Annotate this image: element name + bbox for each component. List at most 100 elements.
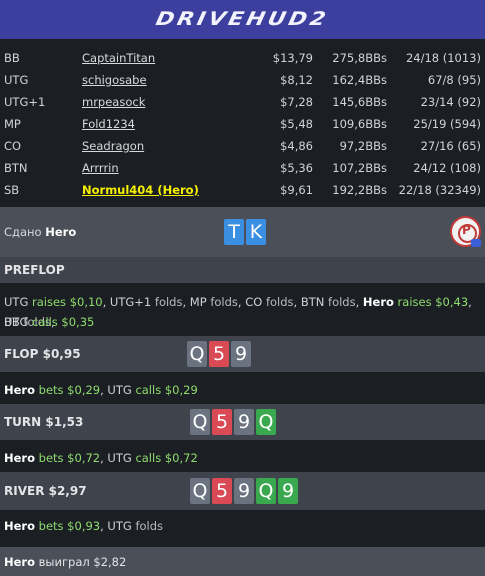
player-name[interactable]: schigosabe (82, 73, 147, 87)
card-q-spade: Q (190, 409, 210, 435)
player-stack-bb: 192,2BBs (332, 183, 387, 197)
street-actions: Hero bets $0,72, UTG calls $0,72 (4, 448, 198, 468)
action-token: , UTG (100, 519, 136, 533)
card-9-club: 9 (278, 478, 298, 504)
player-row: UTG schigosabe $8,12 162,4BBs 67/8 (95) (0, 70, 485, 92)
card-9-spade: 9 (234, 409, 254, 435)
dealt-player: Hero (45, 225, 77, 239)
action-token: , BTN (293, 295, 329, 309)
player-stats: 25/19 (594) (413, 117, 481, 131)
player-stack: $5,36 (280, 161, 313, 175)
player-row: CO Seadragon $4,86 97,2BBs 27/16 (65) (0, 136, 485, 158)
player-name[interactable]: Normul404 (Hero) (82, 183, 199, 197)
player-stats: 24/18 (1013) (405, 51, 481, 65)
replayer-app-icon[interactable] (450, 216, 481, 247)
card-q-spade: Q (187, 341, 207, 367)
player-position: BTN (4, 161, 28, 175)
player-position: MP (4, 117, 21, 131)
player-stack: $7,28 (280, 95, 313, 109)
action-token: folds (154, 295, 183, 309)
player-position: CO (4, 139, 22, 153)
card-q-club: Q (256, 409, 276, 435)
player-stack-bb: 97,2BBs (339, 139, 387, 153)
action-token: bets $0,72 (35, 451, 101, 465)
board-cards: Q59 (187, 341, 253, 367)
street-title: RIVER $2,97 (4, 484, 87, 498)
player-row: MP Fold1234 $5,48 109,6BBs 25/19 (594) (0, 114, 485, 136)
board-cards: Q59Q (190, 409, 278, 435)
action-token: raises $0,43 (393, 295, 469, 309)
hole-cards: TK (224, 219, 268, 245)
player-position: SB (4, 183, 20, 197)
card-t-diamond: T (224, 219, 244, 245)
dealt-text: Сдано (4, 225, 42, 239)
card-9-spade: 9 (234, 478, 254, 504)
action-token: raises $0,10 (32, 295, 103, 309)
dealt-bar: Сдано Hero TK (0, 207, 485, 257)
action-token: , CO (237, 295, 266, 309)
player-name[interactable]: CaptainTitan (82, 51, 155, 65)
player-stack-bb: 162,4BBs (332, 73, 387, 87)
action-token: calls $0,35 (32, 315, 95, 329)
player-stack-bb: 275,8BBs (332, 51, 387, 65)
player-position: BB (4, 51, 20, 65)
action-token: calls $0,29 (135, 383, 198, 397)
card-k-diamond: K (246, 219, 266, 245)
action-token: Hero (4, 451, 35, 465)
result-text: Hero выиграл $2,82 (4, 555, 126, 569)
action-token: folds (328, 295, 356, 309)
street-title: FLOP $0,95 (4, 347, 81, 361)
player-name[interactable]: Arrrrin (82, 161, 119, 175)
action-token: folds (210, 295, 238, 309)
preflop-actions-line2: UTG calls $0,35 (4, 312, 94, 332)
action-token: , UTG (100, 383, 136, 397)
player-name[interactable]: Seadragon (82, 139, 144, 153)
board-cards: Q59Q9 (190, 478, 300, 504)
action-token: Hero (4, 383, 35, 397)
card-5-heart: 5 (212, 409, 232, 435)
player-stats: 22/18 (32349) (398, 183, 481, 197)
player-stats: 23/14 (92) (420, 95, 481, 109)
player-position: UTG (4, 73, 29, 87)
player-stats: 24/12 (108) (413, 161, 481, 175)
player-stack: $13,79 (272, 51, 313, 65)
street-header: TURN $1,53 Q 5 9 Q (0, 404, 485, 440)
card-5-heart: 5 (209, 341, 229, 367)
preflop-header: PREFLOP (0, 257, 485, 283)
player-stack: $9,61 (280, 183, 313, 197)
result-bar: Hero выиграл $2,82 (0, 547, 485, 576)
app-logo: DRIVEHUD2 (154, 8, 331, 31)
action-token: , MP (182, 295, 211, 309)
action-token: folds (265, 295, 294, 309)
street-actions: Hero bets $0,29, UTG calls $0,29 (4, 380, 198, 400)
player-stats: 67/8 (95) (427, 73, 481, 87)
street-actions: Hero bets $0,93, UTG folds (4, 516, 163, 536)
action-token: , UTG (100, 451, 136, 465)
player-stack: $5,48 (280, 117, 313, 131)
result-player: Hero (4, 555, 35, 569)
player-name[interactable]: mrpeasock (82, 95, 145, 109)
player-position: UTG+1 (4, 95, 46, 109)
card-q-club: Q (256, 478, 276, 504)
action-token: UTG (4, 315, 33, 329)
action-token: bets $0,29 (35, 383, 101, 397)
dealt-label: Сдано Hero (4, 225, 76, 239)
card-q-spade: Q (190, 478, 210, 504)
logo-header: DRIVEHUD2 (0, 0, 485, 39)
action-token: Hero (362, 295, 394, 309)
action-token: UTG (4, 295, 33, 309)
player-row: SB Normul404 (Hero) $9,61 192,2BBs 22/18 (32… (0, 180, 485, 202)
player-name[interactable]: Fold1234 (82, 117, 135, 131)
action-token: , UTG+1 (102, 295, 155, 309)
street-header: FLOP $0,95 Q 5 9 (0, 336, 485, 372)
player-stats: 27/16 (65) (420, 139, 481, 153)
action-token: Hero (4, 519, 35, 533)
players-table: BB CaptainTitan $13,79 275,8BBs 24/18 (1013)… (0, 48, 485, 202)
street-title: TURN $1,53 (4, 415, 84, 429)
result-amount: выиграл $2,82 (38, 555, 127, 569)
player-stack: $4,86 (280, 139, 313, 153)
action-token: folds (135, 519, 164, 533)
player-stack-bb: 145,6BBs (332, 95, 387, 109)
player-row: BB CaptainTitan $13,79 275,8BBs 24/18 (1013) (0, 48, 485, 70)
player-row: UTG+1 mrpeasock $7,28 145,6BBs 23/14 (92) (0, 92, 485, 114)
